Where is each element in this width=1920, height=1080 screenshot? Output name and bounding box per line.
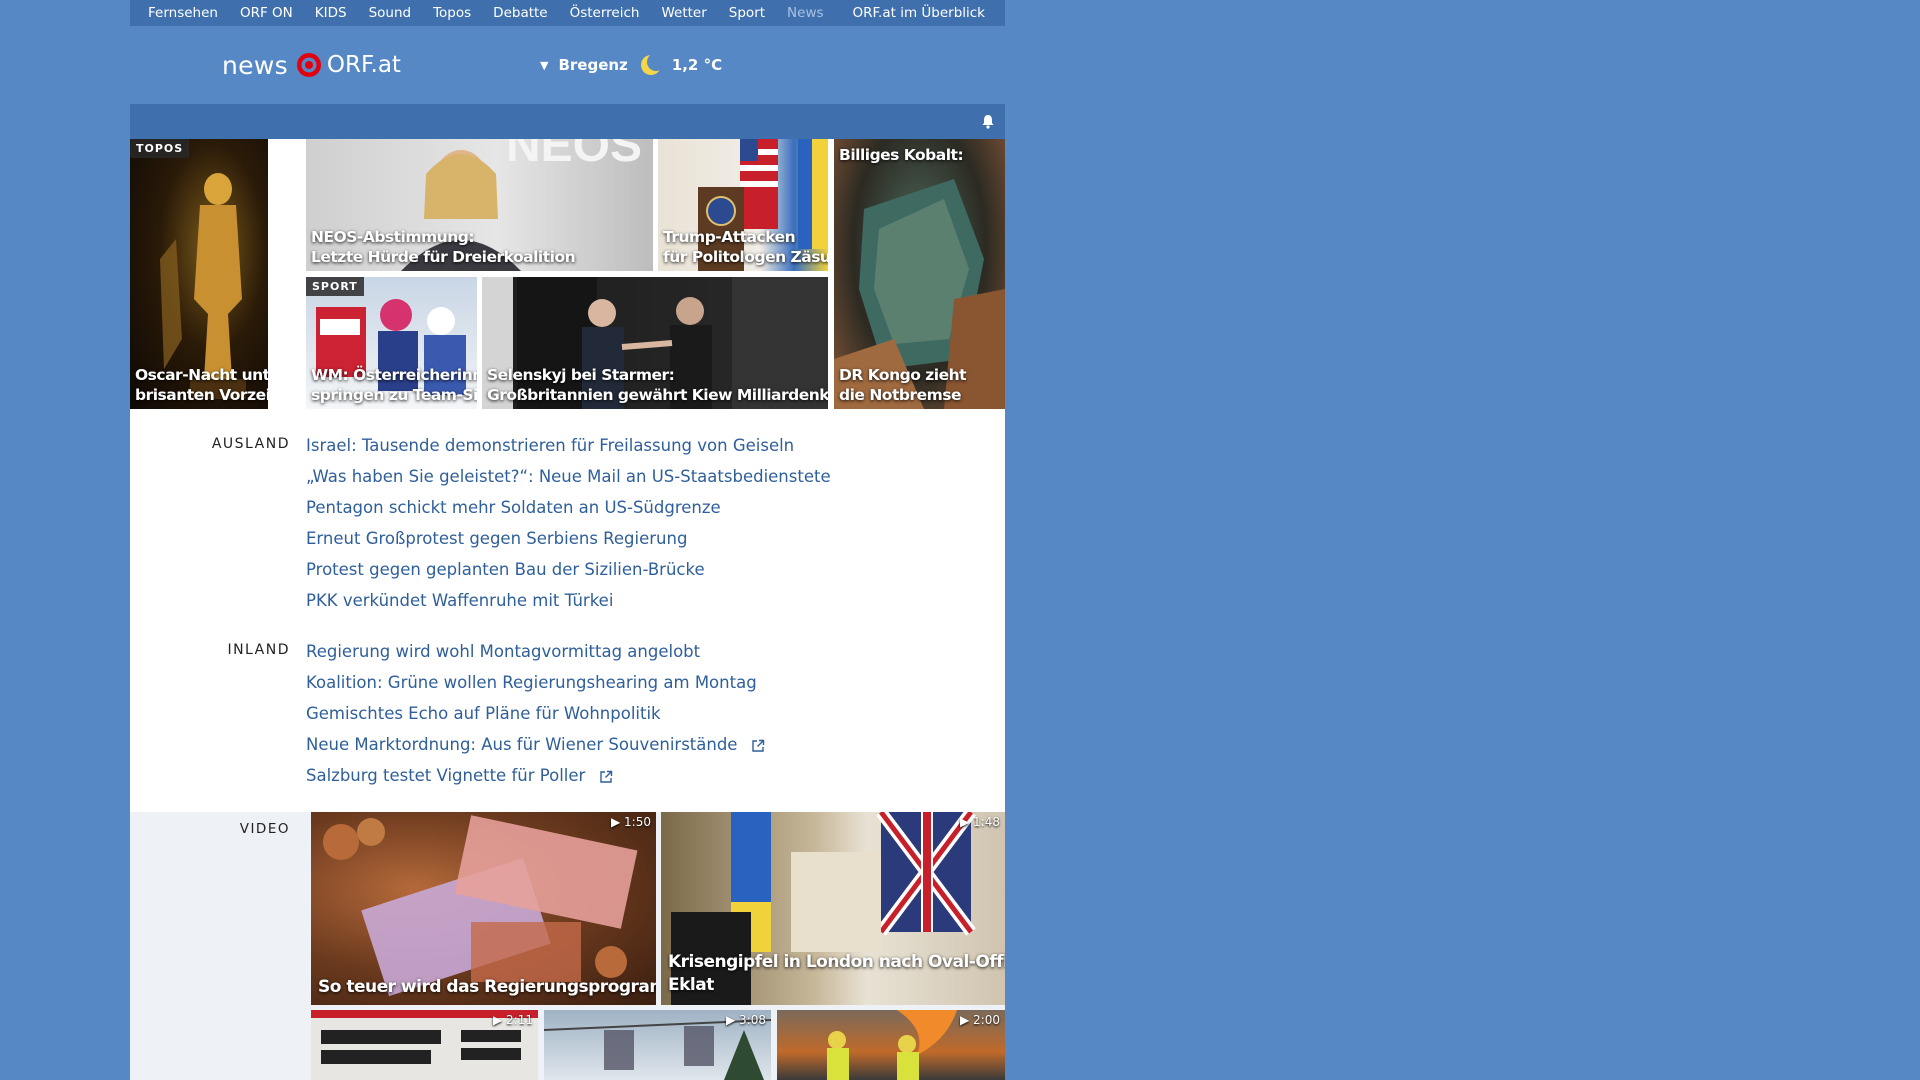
logo-orf-text: ORF.at [326,52,401,78]
orf-eye-icon [296,53,321,77]
news-link[interactable]: Erneut Großprotest gegen Serbiens Regier… [306,523,831,554]
video-duration: ▶ 2:11 [493,1013,533,1027]
tile-caption: Oscar-Nacht unterbrisanten Vorzeichen [135,366,268,404]
section-label-ausland: AUSLAND [211,436,290,452]
nav-sport[interactable]: Sport [729,5,765,21]
tile-caption: WM: Österreicherinnenspringen zu Team-Si… [311,366,477,404]
weather-city: Bregenz [558,56,628,74]
news-link[interactable]: Koalition: Grüne wollen Regierungshearin… [306,667,765,698]
bell-icon[interactable] [981,114,995,129]
news-link[interactable]: „Was haben Sie geleistet?“: Neue Mail an… [306,461,831,492]
page-wrapper: Fernsehen ORF ON KIDS Sound Topos Debatt… [130,0,1005,1080]
svg-text:NEOS: NEOS [506,139,642,172]
news-link-external[interactable]: Salzburg testet Vignette für Poller [306,760,765,791]
story-tile-ski[interactable]: SPORT WM: Österreicherinnenspringen zu T… [306,277,477,409]
news-link[interactable]: Gemischtes Echo auf Pläne für Wohnpoliti… [306,698,765,729]
nav-topos[interactable]: Topos [433,5,471,21]
video-tile-firefighters[interactable]: ▶ 2:00 [777,1010,1005,1080]
video-caption: So teuer wird das Regierungsprogramm [318,977,656,997]
video-tile-newspapers[interactable]: ▶ 2:11 [311,1010,538,1080]
tile-caption: Trump-Attacken für Politologen Zäsur [663,228,828,266]
news-link[interactable]: Pentagon schickt mehr Soldaten an US-Süd… [306,492,831,523]
nav-kids[interactable]: KIDS [315,5,347,21]
tile-badge-topos: TOPOS [130,139,190,158]
inland-link-list: Regierung wird wohl Montagvormittag ange… [306,636,765,791]
location-dropdown-icon[interactable]: ▼ [540,59,548,72]
logo-news-text: news [222,50,288,80]
nav-news-active[interactable]: News [787,5,823,21]
section-label-inland: INLAND [227,642,290,658]
video-duration: ▶ 3:08 [726,1013,766,1027]
video-tile-ski-lift[interactable]: ▶ 3:08 [544,1010,771,1080]
nav-orf-overview[interactable]: ORF.at im Überblick [852,5,985,21]
news-link[interactable]: PKK verkündet Waffenruhe mit Türkei [306,585,831,616]
video-duration: ▶ 2:00 [960,1013,1000,1027]
ausland-link-list: Israel: Tausende demonstrieren für Freil… [306,430,831,616]
news-link-external[interactable]: Neue Marktordnung: Aus für Wiener Souven… [306,729,765,760]
story-tile-trump[interactable]: Trump-Attacken für Politologen Zäsur [658,139,828,271]
story-tile-neos[interactable]: NEOS NEOS-Abstimmung: Letzte Hürde für Dr… [306,139,653,271]
news-link[interactable]: Israel: Tausende demonstrieren für Freil… [306,430,831,461]
external-link-icon [599,770,612,783]
top-navigation: Fernsehen ORF ON KIDS Sound Topos Debatt… [130,0,1005,26]
nav-fernsehen[interactable]: Fernsehen [148,5,218,21]
moon-icon [640,54,662,75]
weather-widget[interactable]: ▼ Bregenz 1,2 °C [540,54,722,76]
news-orf-logo[interactable]: news ORF.at [222,48,401,82]
tile-caption: Selenskyj bei Starmer: Großbritannien gew… [487,366,828,404]
video-duration: ▶ 1:48 [960,815,1000,829]
section-label-video: VIDEO [239,821,290,837]
tile-badge-sport: SPORT [306,277,364,296]
tile-caption: DR Kongo zieht die Notbremse [839,366,967,404]
nav-debatte[interactable]: Debatte [493,5,547,21]
video-caption: Krisengipfel in London nach Oval-Office-… [668,952,1005,995]
video-tile-regierungsprogramm[interactable]: ▶ 1:50 So teuer wird das Regierungsprogr… [311,812,656,1005]
tile-caption-top: Billiges Kobalt: [839,146,964,164]
news-link[interactable]: Regierung wird wohl Montagvormittag ange… [306,636,765,667]
weather-temperature: 1,2 °C [671,56,723,74]
header-bar [130,104,1005,139]
nav-orf-on[interactable]: ORF ON [240,5,293,21]
tile-caption: NEOS-Abstimmung: Letzte Hürde für Dreierk… [311,228,576,266]
video-tile-krisengipfel[interactable]: ▶ 1:48 Krisengipfel in London nach Oval-… [661,812,1005,1005]
external-link-icon [752,739,764,752]
nav-wetter[interactable]: Wetter [661,5,706,21]
video-duration: ▶ 1:50 [611,815,651,829]
nav-sound[interactable]: Sound [369,5,412,21]
story-tile-selenskyj[interactable]: Selenskyj bei Starmer: Großbritannien gew… [482,277,828,409]
story-tile-oscar[interactable]: TOPOS Oscar-Nacht unterbrisanten Vorzeic… [130,139,268,409]
nav-oesterreich[interactable]: Österreich [570,5,640,21]
story-tile-kobalt[interactable]: Billiges Kobalt: DR Kongo zieht die Notbr… [834,139,1005,409]
news-link[interactable]: Protest gegen geplanten Bau der Sizilien… [306,554,831,585]
